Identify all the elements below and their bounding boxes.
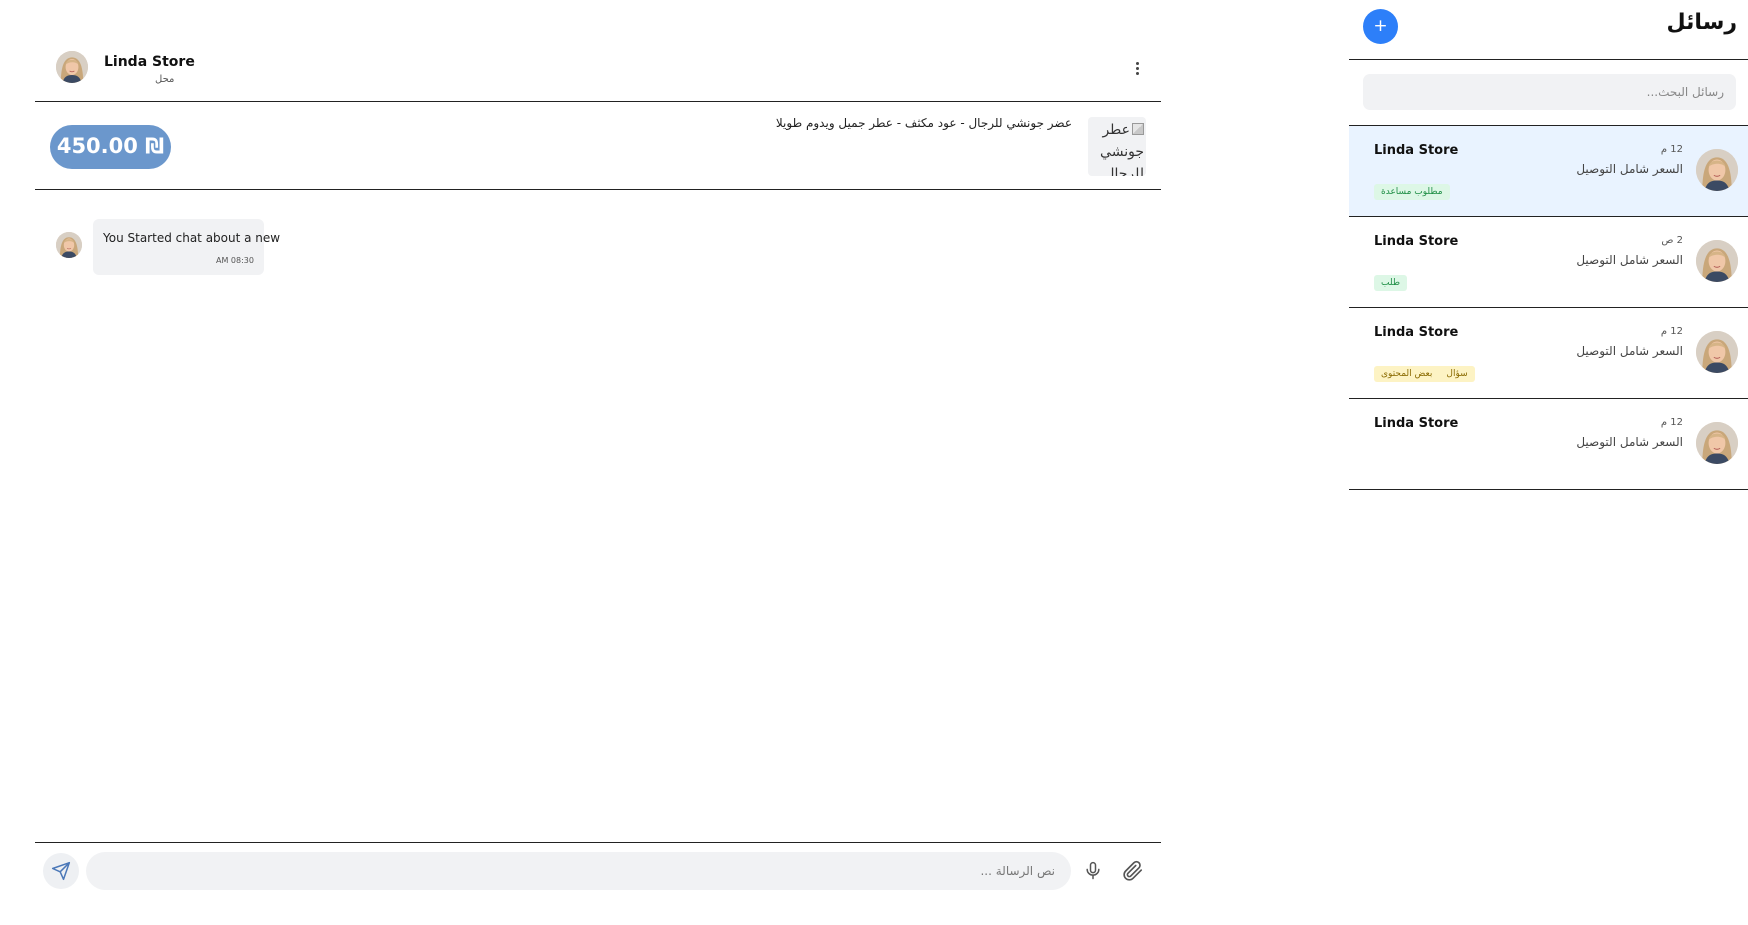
conversation-item[interactable]: Linda Store 12 م السعر شامل التوصيل	[1349, 399, 1748, 490]
tag-label: سؤال	[1446, 369, 1468, 379]
tag-badge: مطلوب مساعدة	[1374, 184, 1450, 200]
more-vertical-icon[interactable]	[1129, 60, 1145, 82]
conversation-avatar	[1696, 149, 1738, 191]
tag-label: مطلوب مساعدة	[1381, 187, 1443, 197]
sender-avatar	[56, 232, 82, 258]
conversation-avatar	[1696, 422, 1738, 464]
message-text: You Started chat about a new	[103, 231, 281, 245]
tag-badge: سؤال بعض المحتوى	[1374, 366, 1475, 382]
conversation-time: 2 ص	[1661, 235, 1683, 246]
conversation-preview: السعر شامل التوصيل	[1576, 344, 1683, 358]
tag-badge: طلب	[1374, 275, 1407, 291]
conversation-name: Linda Store	[1374, 234, 1459, 249]
tag-label: طلب	[1381, 278, 1400, 288]
conversation-time: 12 م	[1660, 417, 1683, 428]
conversation-item[interactable]: Linda Store 2 ص السعر شامل التوصيل طلب	[1349, 217, 1748, 308]
search-input[interactable]	[1363, 74, 1736, 110]
contact-subtitle: محل	[155, 74, 175, 85]
product-image[interactable]: عطر جونشي للرجال -	[1088, 117, 1146, 176]
conversation-item[interactable]: Linda Store 12 م السعر شامل التوصيل سؤال بعض…	[1349, 308, 1748, 399]
conversation-name: Linda Store	[1374, 143, 1459, 158]
conversation-name: Linda Store	[1374, 325, 1459, 340]
conversation-tags: طلب	[1374, 275, 1407, 291]
conversation-name: Linda Store	[1374, 416, 1459, 431]
search-box[interactable]	[1363, 74, 1736, 110]
conversation-time: 12 م	[1660, 144, 1683, 155]
new-conversation-button[interactable]: +	[1363, 9, 1398, 44]
conversation-preview: السعر شامل التوصيل	[1576, 253, 1683, 267]
conversation-tags: مطلوب مساعدة	[1374, 184, 1450, 200]
tag-label: بعض المحتوى	[1381, 369, 1433, 379]
product-image-alt: عطر جونشي للرجال -	[1100, 122, 1144, 176]
microphone-icon[interactable]	[1083, 860, 1103, 886]
conversation-tags: سؤال بعض المحتوى	[1374, 366, 1475, 382]
paperclip-icon[interactable]	[1122, 860, 1144, 886]
send-icon	[51, 861, 71, 881]
sidebar-header: رسائل +	[1349, 0, 1748, 60]
conversation-preview: السعر شامل التوصيل	[1576, 162, 1683, 176]
product-title[interactable]: عضر جونشي للرجال - عود مكثف - عطر جميل و…	[776, 116, 1072, 130]
message-time: AM 08:30	[216, 256, 254, 265]
conversation-item[interactable]: Linda Store 12 م السعر شامل التوصيل مطلوب م…	[1349, 126, 1748, 217]
message-input-field[interactable]	[86, 852, 1071, 890]
conversation-avatar	[1696, 240, 1738, 282]
conversation-sidebar: رسائل + Linda Store 12 م السعر شامل التوصي…	[1349, 0, 1748, 925]
chat-panel: Linda Store محل 450.00 ₪ عضر جونشي للرجا…	[35, 0, 1161, 925]
message-composer	[35, 842, 1161, 925]
price-pill[interactable]: 450.00 ₪	[50, 125, 171, 169]
conversation-time: 12 م	[1660, 326, 1683, 337]
contact-avatar[interactable]	[56, 51, 88, 83]
message-input[interactable]	[86, 852, 1071, 890]
product-bar: 450.00 ₪ عضر جونشي للرجال - عود مكثف - ع…	[35, 103, 1161, 190]
chat-header: Linda Store محل	[35, 0, 1161, 102]
conversation-avatar	[1696, 331, 1738, 373]
message-list[interactable]: You Started chat about a new AM 08:30	[35, 191, 1161, 841]
sidebar-title: رسائل	[1666, 10, 1737, 35]
conversation-preview: السعر شامل التوصيل	[1576, 435, 1683, 449]
message-bubble[interactable]: You Started chat about a new AM 08:30	[93, 219, 280, 275]
contact-name[interactable]: Linda Store	[104, 54, 195, 70]
broken-image-icon	[1132, 123, 1144, 135]
send-button[interactable]	[43, 853, 79, 889]
